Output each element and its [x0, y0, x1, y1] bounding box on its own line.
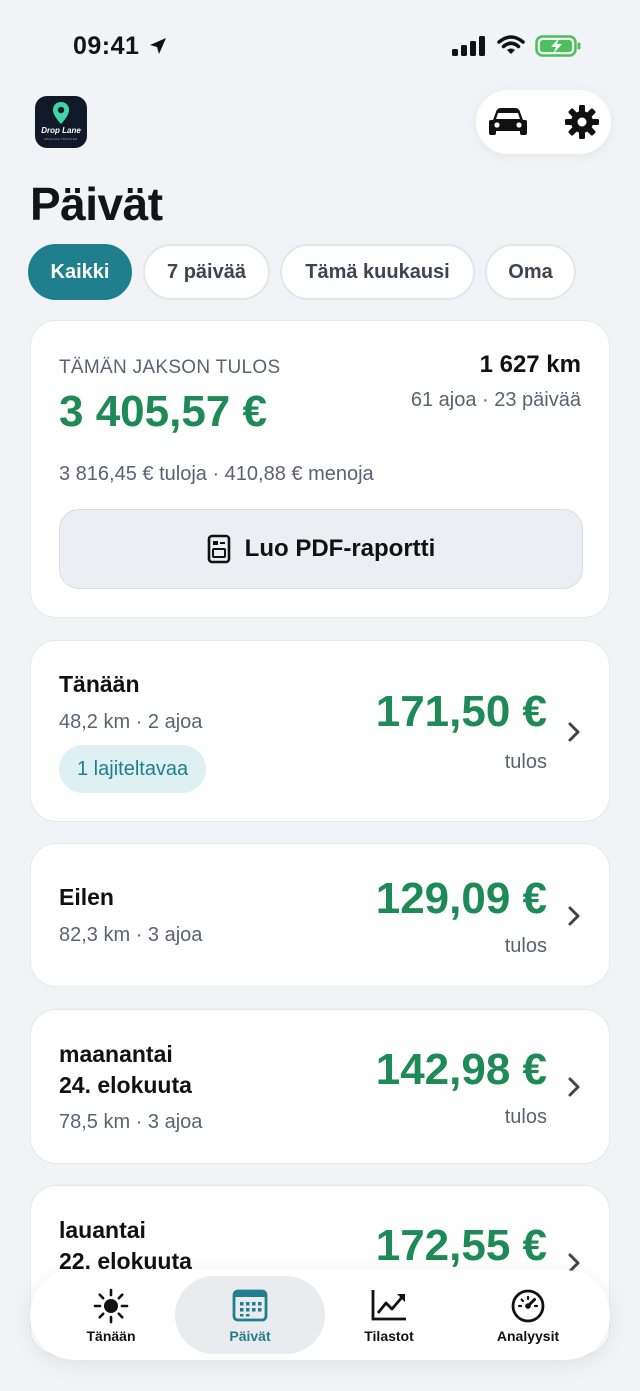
- day-title-date: 24. elokuuta: [59, 1072, 192, 1098]
- tab-label: Analyysit: [496, 1328, 560, 1344]
- day-card-monday[interactable]: maanantai 24. elokuuta 78,5 km · 3 ajoa …: [30, 1009, 610, 1164]
- period-summary-card: TÄMÄN JAKSON TULOS 3 405,57 € 1 627 km 6…: [30, 320, 610, 618]
- car-icon: [489, 108, 527, 135]
- day-amount: 171,50 €: [375, 687, 547, 736]
- day-caption: tulos: [504, 751, 547, 773]
- day-title-weekday: maanantai: [59, 1041, 173, 1067]
- tab-bar: Tänään Päivät Tilastot Analyysit: [30, 1270, 610, 1360]
- summary-label: TÄMÄN JAKSON TULOS: [59, 357, 281, 378]
- settings-button[interactable]: [560, 100, 604, 144]
- status-time: 09:41: [73, 32, 140, 60]
- day-amount: 129,09 €: [375, 874, 547, 923]
- map-pin-icon: [53, 102, 69, 124]
- location-arrow-icon: [150, 38, 166, 54]
- filter-chip-7-days[interactable]: 7 päivää: [143, 244, 270, 300]
- summary-breakdown: 3 816,45 € tuloja · 410,88 € menoja: [59, 463, 374, 485]
- day-meta: 82,3 km · 3 ajoa: [59, 924, 203, 946]
- tab-statistics[interactable]: Tilastot: [314, 1276, 464, 1354]
- day-caption: tulos: [504, 1106, 547, 1128]
- chart-icon: [371, 1290, 406, 1321]
- status-bar: 09:41: [0, 0, 640, 90]
- day-caption: tulos: [504, 935, 547, 957]
- filter-chip-this-month[interactable]: Tämä kuukausi: [280, 244, 475, 300]
- day-title: maanantai 24. elokuuta: [59, 1039, 192, 1101]
- create-pdf-report-label: Luo PDF-raportti: [244, 535, 436, 562]
- day-card-today[interactable]: Tänään 48,2 km · 2 ajoa 1 lajiteltavaa 1…: [30, 640, 610, 822]
- day-meta: 78,5 km · 3 ajoa: [59, 1111, 203, 1133]
- summary-distance: 1 627 km: [479, 351, 581, 378]
- day-title: Eilen: [59, 884, 114, 910]
- day-meta: 48,2 km · 2 ajoa: [59, 711, 203, 733]
- tab-days[interactable]: Päivät: [175, 1276, 325, 1354]
- tab-label: Tänään: [86, 1328, 136, 1344]
- gauge-icon: [511, 1289, 545, 1323]
- battery-charging-icon: [535, 35, 581, 57]
- day-title-weekday: lauantai: [59, 1217, 146, 1243]
- tab-analytics[interactable]: Analyysit: [453, 1276, 603, 1354]
- app-logo: Drop Lane MILEAGE TRACKER: [35, 96, 87, 148]
- wifi-icon: [497, 35, 525, 54]
- chevron-right-icon: [568, 1077, 580, 1097]
- cellular-signal-icon: [452, 36, 485, 56]
- summary-value: 3 405,57 €: [59, 387, 267, 436]
- tab-today[interactable]: Tänään: [36, 1276, 186, 1354]
- filter-chip-custom[interactable]: Oma: [485, 244, 576, 300]
- vehicle-button[interactable]: [486, 100, 530, 144]
- day-card-yesterday[interactable]: Eilen 82,3 km · 3 ajoa 129,09 € tulos: [30, 843, 610, 987]
- report-icon: [207, 534, 230, 564]
- day-amount: 172,55 €: [375, 1221, 547, 1270]
- gear-icon: [565, 105, 599, 139]
- logo-text: Drop Lane: [41, 126, 81, 135]
- day-title: Tänään: [59, 671, 140, 697]
- tab-label: Tilastot: [364, 1328, 414, 1344]
- tab-label: Päivät: [229, 1328, 271, 1344]
- sun-icon: [93, 1288, 129, 1324]
- logo-subtitle: MILEAGE TRACKER: [44, 137, 78, 141]
- uncategorized-badge[interactable]: 1 lajiteltavaa: [59, 745, 207, 793]
- chevron-right-icon: [568, 722, 580, 742]
- header-actions: [476, 90, 611, 154]
- day-title: lauantai 22. elokuuta: [59, 1215, 192, 1277]
- create-pdf-report-button[interactable]: Luo PDF-raportti: [59, 509, 583, 589]
- page-title: Päivät: [30, 178, 163, 230]
- summary-meta: 61 ajoa · 23 päivää: [410, 389, 581, 411]
- chevron-right-icon: [568, 906, 580, 926]
- filter-chip-all[interactable]: Kaikki: [28, 244, 132, 300]
- calendar-icon: [232, 1289, 268, 1322]
- day-amount: 142,98 €: [375, 1045, 547, 1094]
